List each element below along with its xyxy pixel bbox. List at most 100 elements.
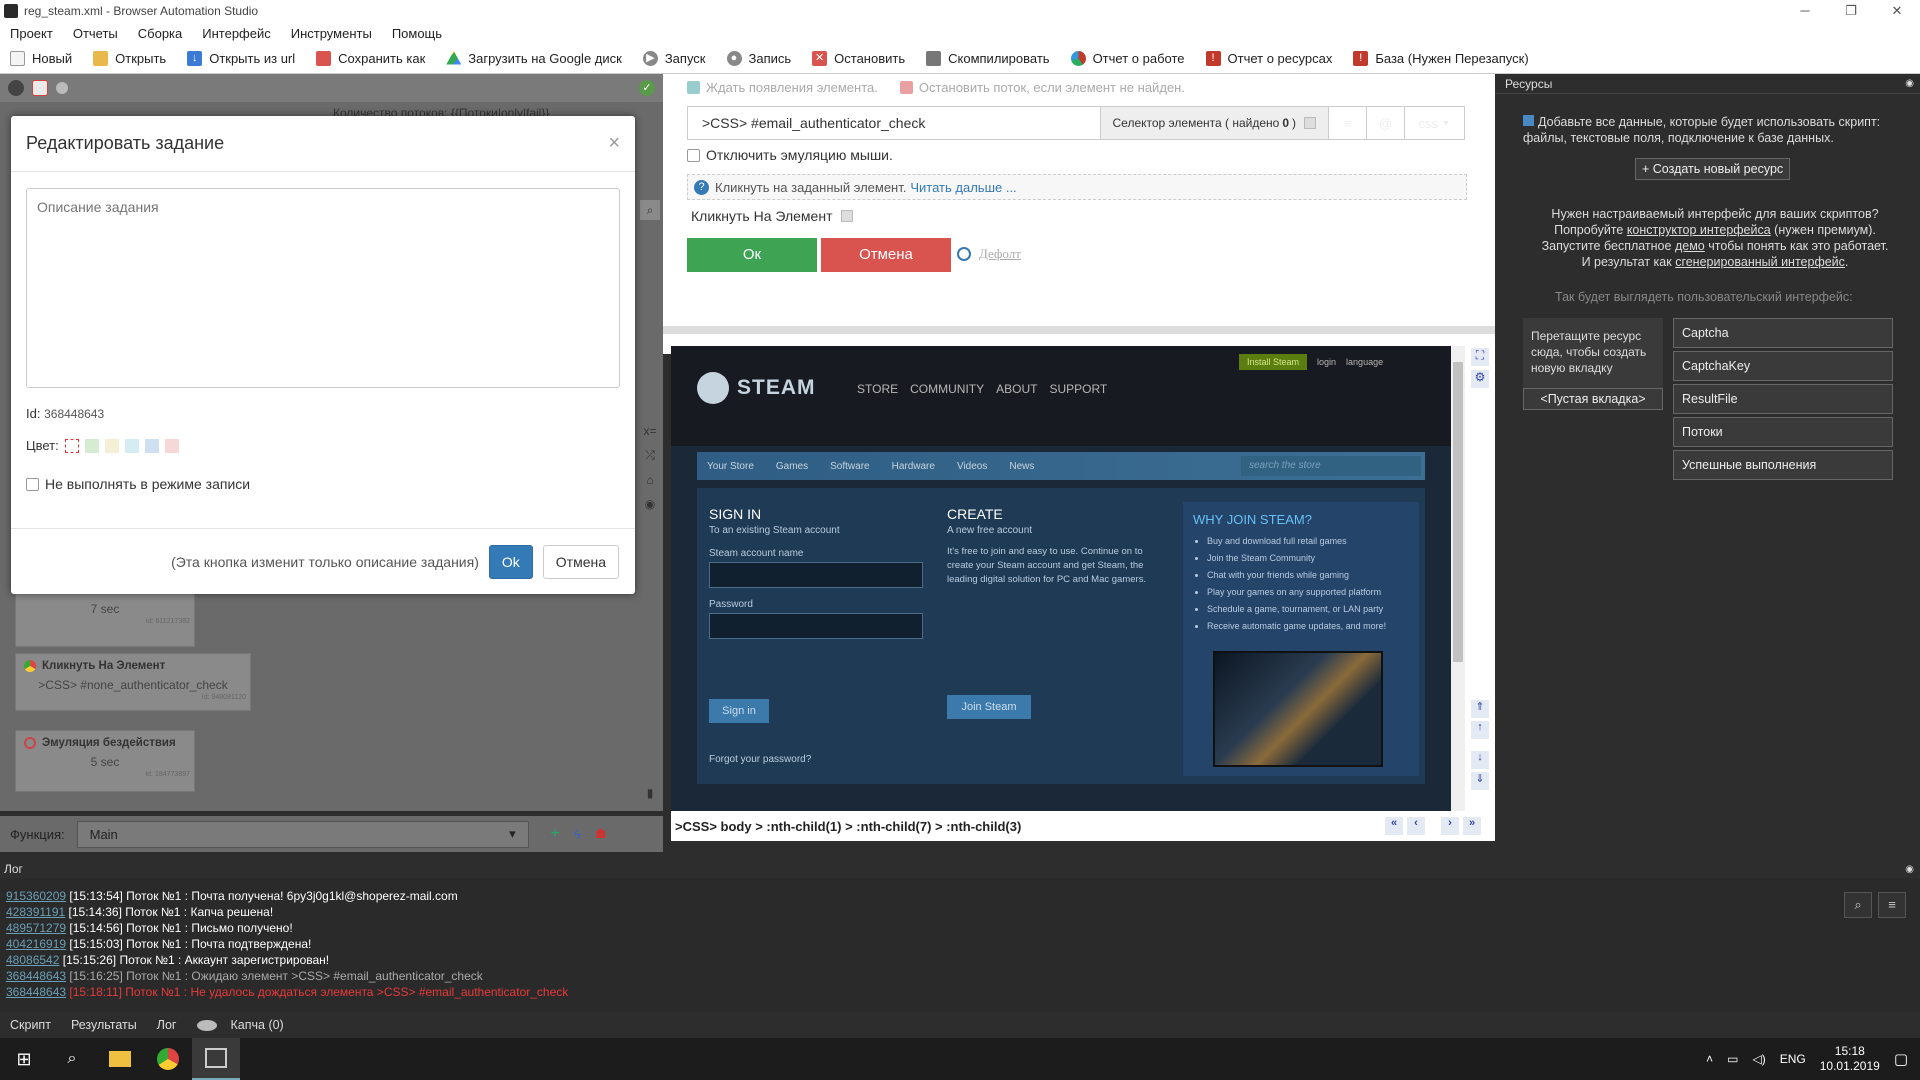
taskbar-search-icon[interactable]: ⌕ [48,1050,96,1068]
bas-taskbar-icon[interactable] [192,1038,240,1080]
add-icon[interactable]: + [551,825,560,843]
maximize-icon[interactable]: ❐ [1828,0,1874,22]
install-steam-button[interactable]: Install Steam [1239,354,1308,370]
network-icon[interactable]: ▭ [1727,1052,1738,1066]
steam-subnav-store[interactable]: Your Store [707,461,754,472]
stop-thread-checkbox[interactable] [899,81,913,94]
close-icon[interactable]: ✕ [1874,0,1920,22]
save-as-button[interactable]: Сохранить как [306,44,436,74]
editor-cancel-button[interactable]: Отмена [821,238,951,272]
bug-icon[interactable] [8,80,24,96]
steam-subnav-games[interactable]: Games [776,461,808,472]
menu-project[interactable]: Проект [0,26,63,41]
file-explorer-icon[interactable] [96,1038,144,1080]
ok-button[interactable]: Ok [488,544,533,579]
disable-mouse-checkbox[interactable] [687,148,700,162]
clock[interactable]: 15:18 10.01.2019 [1820,1044,1880,1074]
demo-link[interactable]: демо [1675,239,1705,253]
cancel-button[interactable]: Отмена [542,544,619,579]
trash-icon[interactable]: ▮ [640,786,660,806]
resource-item-captcha[interactable]: Captcha [1673,318,1893,348]
color-swatch-yellow[interactable] [104,438,119,453]
keyboard-language[interactable]: ENG [1780,1052,1806,1066]
scroll-top-icon[interactable]: ⇑ [1471,700,1489,718]
compile-button[interactable]: Скомпилировать [916,44,1060,74]
at-icon[interactable]: @ [1366,107,1404,139]
steam-nav-support[interactable]: SUPPORT [1049,382,1107,396]
no-record-checkbox[interactable] [26,477,39,491]
work-report-button[interactable]: Отчет о работе [1061,44,1196,74]
steam-search-input[interactable]: search the store [1241,456,1421,476]
log-line-id[interactable]: 915360209 [6,889,66,903]
first-element-icon[interactable]: « [1385,817,1403,835]
generated-interface-link[interactable]: сгенерированный интерфейс [1675,255,1845,269]
password-input[interactable] [709,613,923,639]
database-button[interactable]: ! База (Нужен Перезапуск) [1343,44,1539,74]
action-node[interactable]: Кликнуть На Элемент >CSS> #none_authenti… [15,653,251,711]
open-url-button[interactable]: ↓ Открыть из url [177,44,306,74]
settings-dot-icon[interactable]: ◉ [645,497,655,511]
google-drive-button[interactable]: Загрузить на Google диск [436,44,633,74]
interface-builder-link[interactable]: конструктор интерфейса [1627,223,1771,237]
steam-subnav-videos[interactable]: Videos [957,461,987,472]
run-button[interactable]: ▶ Запуск [633,44,717,74]
resource-item-result-file[interactable]: ResultFile [1673,384,1893,414]
color-swatch-red[interactable] [164,438,179,453]
selector-type-dropdown[interactable]: css ▼ [1404,107,1464,139]
record-dot-icon[interactable] [56,82,68,94]
color-swatch-white[interactable] [64,438,79,453]
log-line-id[interactable]: 428391191 [6,905,65,919]
previous-element-icon[interactable]: ‹ [1407,817,1425,835]
pane-close-icon[interactable]: ◉ [1905,78,1914,89]
wait-checkbox[interactable] [687,81,700,94]
task-description-input[interactable] [26,188,620,388]
chrome-taskbar-icon[interactable] [144,1038,192,1080]
editor-ok-button[interactable]: Ок [687,238,817,272]
steam-nav-about[interactable]: ABOUT [996,382,1037,396]
browser-settings-icon[interactable]: ⚙ [1471,370,1489,388]
edit-name-icon[interactable] [840,210,853,222]
steam-nav-community[interactable]: COMMUNITY [910,382,984,396]
color-swatch-green[interactable] [84,438,99,453]
fullscreen-icon[interactable]: ⛶ [1471,348,1489,366]
new-button[interactable]: Новый [0,44,83,74]
signin-button[interactable]: Sign in [709,699,769,723]
open-button[interactable]: Открыть [83,44,177,74]
default-button[interactable]: Дефолт [979,246,1021,262]
resource-item-threads[interactable]: Потоки [1673,417,1893,447]
search-icon[interactable]: ⌕ [640,200,660,220]
action-node[interactable]: 7 sec Id: 611217382 [15,585,195,647]
account-name-input[interactable] [709,562,923,588]
steam-language-link[interactable]: language [1346,357,1383,367]
color-swatch-blue[interactable] [144,438,159,453]
tray-arrow-icon[interactable]: ˄ [1706,1052,1713,1066]
scroll-up-icon[interactable]: ↑ [1471,721,1489,739]
menu-tools[interactable]: Инструменты [281,26,382,41]
log-line-id[interactable]: 368448643 [6,985,66,999]
menu-help[interactable]: Помощь [382,26,452,41]
empty-tab[interactable]: <Пустая вкладка> [1523,388,1663,410]
tag-icon[interactable]: ⌂ [646,473,653,487]
windows-start-icon[interactable]: ⊞ [0,1049,48,1070]
edit-icon[interactable] [1304,117,1316,129]
selector-input[interactable]: >CSS> #email_authenticator_check [688,107,1100,139]
resource-report-button[interactable]: ! Отчет о ресурсах [1196,44,1344,74]
document-icon[interactable] [32,80,48,96]
users-icon[interactable]: ☗ [595,826,607,842]
minimize-icon[interactable]: ─ [1782,0,1828,22]
database-stack-icon[interactable]: ≡ [1328,107,1366,139]
browser-viewport[interactable]: STEAM STORE COMMUNITY ABOUT SUPPORT Inst… [671,346,1495,811]
log-line-id[interactable]: 404216919 [6,937,66,951]
create-resource-button[interactable]: + Создать новый ресурс [1635,158,1791,180]
notifications-icon[interactable]: ▢ [1894,1050,1908,1068]
steam-subnav-news[interactable]: News [1009,461,1034,472]
tab-log[interactable]: Лог [147,1018,187,1032]
last-element-icon[interactable]: » [1463,817,1481,835]
tab-results[interactable]: Результаты [61,1018,147,1032]
steam-subnav-hardware[interactable]: Hardware [892,461,935,472]
close-icon[interactable]: × [608,132,620,155]
forgot-password-link[interactable]: Forgot your password? [709,751,923,768]
resource-item-captcha-key[interactable]: CaptchaKey [1673,351,1893,381]
log-close-icon[interactable]: ◉ [1905,864,1914,875]
menu-interface[interactable]: Интерфейс [192,26,280,41]
